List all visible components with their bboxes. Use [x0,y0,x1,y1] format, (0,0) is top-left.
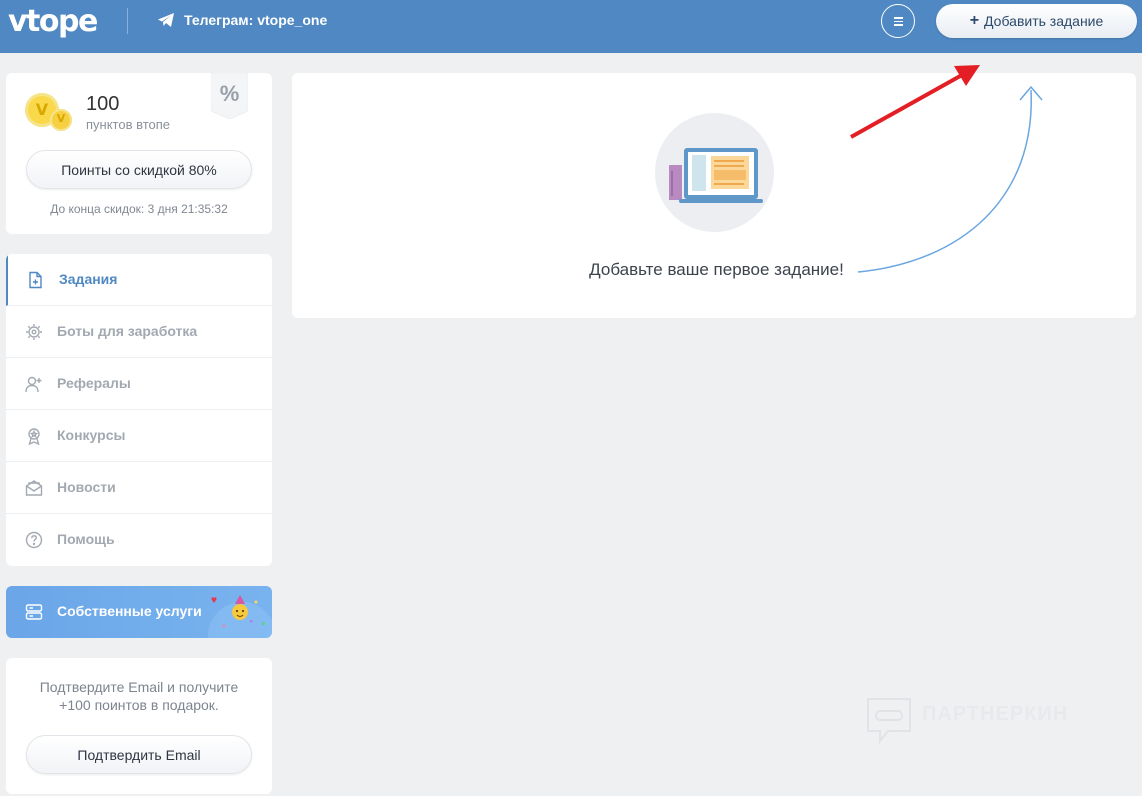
server-icon [25,604,43,620]
telegram-icon [158,13,174,27]
telegram-account-label[interactable]: Телеграм: vtope_one [184,12,327,28]
email-confirm-text: Подтвердите Email и получите +100 поинто… [39,679,239,713]
own-services-button[interactable]: Собственные услуги [6,586,272,638]
plus-icon: + [969,12,980,29]
empty-state-label: Добавьте ваше первое задание! [589,260,844,279]
mail-icon [25,480,43,496]
vtope-logo[interactable]: vtope [8,4,98,39]
help-icon [25,531,43,549]
sidebar-item-referrals[interactable]: Рефералы [6,358,272,410]
watermark-label: ПАРТНЕРКИН [922,703,1069,725]
header-divider [127,8,128,34]
discount-countdown: До конца скидок: 3 дня 21:35:32 [50,202,228,216]
points-card: V V 100 пунктов втопе % Поинты со скидко… [6,73,272,234]
points-label: пунктов втопе [86,117,171,132]
confirm-email-button[interactable]: Подтвердить Email [26,735,252,774]
empty-state-text: Добавьте ваше первое задание! [292,260,1136,280]
menu-icon-line [894,20,903,22]
add-task-button[interactable]: + Добавить задание [936,4,1137,38]
tasks-panel: Добавьте ваше первое задание! [292,73,1136,318]
sidebar-item-label: Задания [59,271,118,287]
sidebar-item-label: Помощь [57,531,115,547]
sidebar-item-bots[interactable]: Боты для заработка [6,306,272,358]
sidebar-item-help[interactable]: Помощь [6,514,272,566]
own-services-label: Собственные услуги [57,603,202,619]
menu-button[interactable] [881,4,915,38]
bot-icon [26,324,42,340]
watermark-logo-icon [867,698,911,744]
partnerkin-watermark: ПАРТНЕРКИН [866,697,1096,745]
menu-icon [894,17,903,19]
top-header: vtope Телеграм: vtope_one + Добавить зад… [0,0,1142,53]
referral-icon [25,376,42,393]
award-icon [28,428,40,445]
laptop-icon [669,148,763,203]
party-emoji-icon [208,595,272,638]
percent-icon: % [219,81,240,106]
task-icon [29,271,42,289]
email-confirm-card: Подтвердите Email и получите +100 поинто… [6,658,272,794]
empty-state-illustration [655,113,774,232]
sidebar-item-label: Конкурсы [57,427,126,443]
sidebar-item-tasks[interactable]: Задания [6,254,272,306]
sidebar-item-contests[interactable]: Конкурсы [6,410,272,462]
sidebar-nav: Задания Боты для заработка Рефералы Конк… [6,254,272,566]
sidebar-item-news[interactable]: Новости [6,462,272,514]
sidebar-item-label: Новости [57,479,116,495]
discount-points-button[interactable]: Поинты со скидкой 80% [26,150,252,189]
sidebar-item-label: Боты для заработка [57,323,198,339]
coin-small-icon: V [50,109,72,131]
points-value: 100 [86,93,120,115]
sidebar-item-label: Рефералы [57,375,131,391]
add-task-label: Добавить задание [984,13,1104,29]
menu-icon-line [894,24,903,26]
discount-badge: % [211,73,248,119]
